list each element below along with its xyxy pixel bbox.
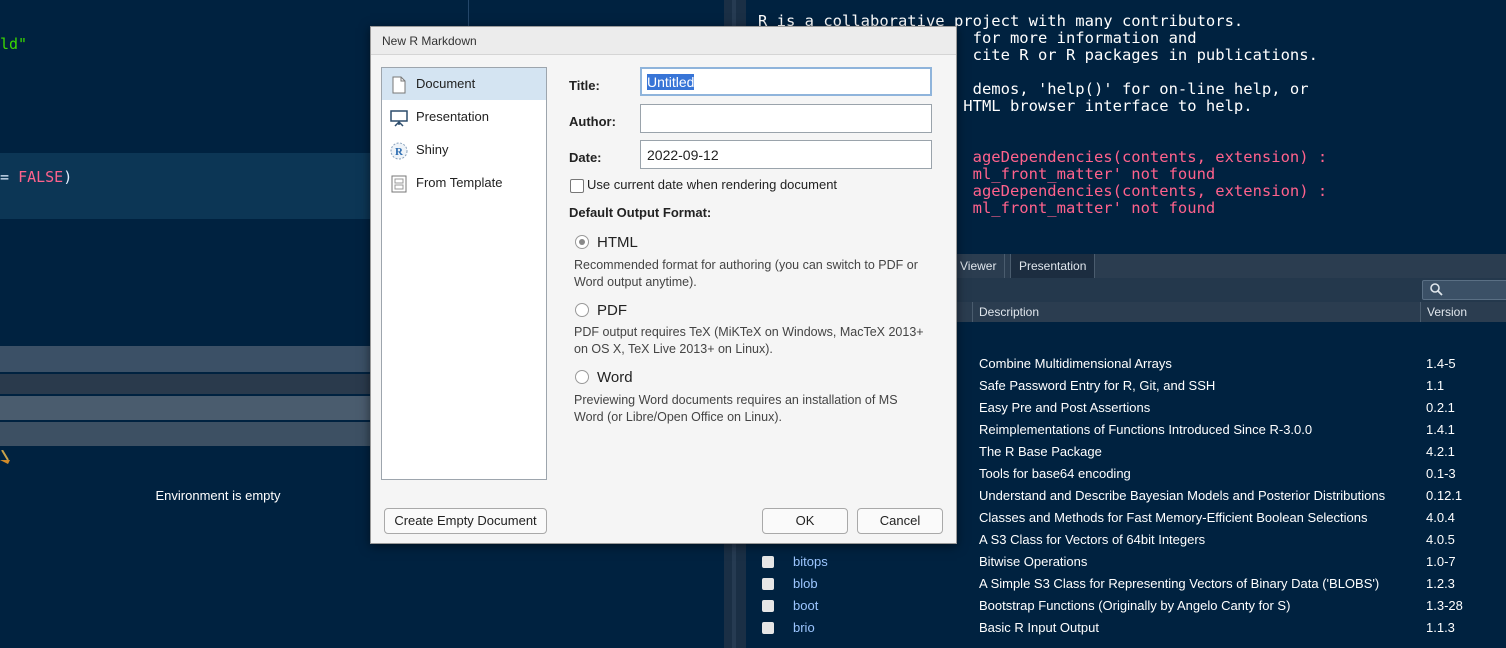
package-description: Tools for base64 encoding (979, 466, 1131, 481)
package-name-link[interactable]: brio (793, 620, 815, 635)
date-label: Date: (569, 150, 602, 165)
svg-text:R: R (395, 146, 404, 158)
title-field[interactable]: Untitled (640, 67, 932, 96)
tab-presentation[interactable]: Presentation (1010, 254, 1096, 278)
author-field[interactable] (640, 104, 932, 133)
format-pdf-label[interactable]: PDF (597, 302, 627, 319)
doc-type-label: From Template (416, 175, 503, 190)
package-name-link[interactable]: boot (793, 598, 818, 613)
template-icon (391, 175, 407, 193)
package-search-input[interactable] (1422, 280, 1506, 300)
package-version: 0.1-3 (1426, 466, 1456, 481)
package-load-checkbox[interactable] (762, 622, 774, 634)
package-load-checkbox[interactable] (762, 556, 774, 568)
column-header-version[interactable]: Version (1420, 302, 1467, 322)
dialog-title: New R Markdown (382, 34, 477, 48)
package-description: The R Base Package (979, 444, 1102, 459)
package-version: 0.2.1 (1426, 400, 1455, 415)
doc-type-from-template[interactable]: From Template (382, 167, 546, 199)
package-row[interactable]: bitops Bitwise Operations 1.0-7 (746, 552, 1506, 574)
title-label: Title: (569, 78, 600, 93)
format-word-label[interactable]: Word (597, 369, 633, 386)
date-field[interactable]: 2022-09-12 (640, 140, 932, 169)
package-description: A Simple S3 Class for Representing Vecto… (979, 576, 1380, 591)
format-html-help: Recommended format for authoring (you ca… (574, 258, 918, 289)
package-description: Basic R Input Output (979, 620, 1099, 635)
doc-type-label: Document (416, 76, 476, 91)
shiny-icon: R (390, 142, 408, 160)
package-version: 4.2.1 (1426, 444, 1455, 459)
tab-viewer[interactable]: Viewer (952, 254, 1006, 278)
package-version: 0.12.1 (1426, 488, 1463, 503)
doc-type-label: Shiny (416, 142, 449, 157)
package-name-link[interactable]: blob (793, 576, 818, 591)
package-load-checkbox[interactable] (762, 600, 774, 612)
format-pdf-help: PDF output requires TeX (MiKTeX on Windo… (574, 325, 924, 356)
package-version: 1.1 (1426, 378, 1445, 393)
doc-type-shiny[interactable]: R Shiny (382, 134, 546, 166)
package-description: Bitwise Operations (979, 554, 1088, 569)
doc-type-document[interactable]: Document (382, 68, 546, 100)
document-icon (392, 76, 406, 94)
column-header-description[interactable]: Description (972, 302, 1039, 322)
doc-type-presentation[interactable]: Presentation (382, 101, 546, 133)
cancel-button[interactable]: Cancel (857, 508, 943, 534)
package-version: 1.1.3 (1426, 620, 1455, 635)
use-current-date-checkbox[interactable] (570, 179, 584, 193)
output-format-heading: Default Output Format: (569, 205, 712, 220)
package-description: Classes and Methods for Fast Memory-Effi… (979, 510, 1368, 525)
package-name-link[interactable]: bitops (793, 554, 828, 569)
package-description: Combine Multidimensional Arrays (979, 356, 1172, 371)
package-row[interactable]: blob A Simple S3 Class for Representing V… (746, 574, 1506, 596)
package-version: 1.2.3 (1426, 576, 1455, 591)
package-load-checkbox[interactable] (762, 578, 774, 590)
package-description: Bootstrap Functions (Originally by Angel… (979, 598, 1291, 613)
package-version: 1.4-5 (1426, 356, 1456, 371)
package-description: Easy Pre and Post Assertions (979, 400, 1151, 415)
editor-line[interactable]: ld" (0, 35, 27, 53)
new-r-markdown-dialog: New R Markdown Document Presentation R S… (370, 26, 957, 544)
package-description: Safe Password Entry for R, Git, and SSH (979, 378, 1216, 393)
author-label: Author: (569, 114, 616, 129)
use-current-date-label[interactable]: Use current date when rendering document (587, 177, 837, 192)
package-version: 4.0.5 (1426, 532, 1455, 547)
package-version: 4.0.4 (1426, 510, 1455, 525)
format-pdf-radio[interactable] (575, 303, 589, 317)
format-html-label[interactable]: HTML (597, 234, 638, 251)
package-description: A S3 Class for Vectors of 64bit Integers (979, 532, 1206, 547)
format-html-radio[interactable] (575, 235, 589, 249)
search-icon (1430, 283, 1443, 296)
document-type-list: Document Presentation R Shiny From Templ… (381, 67, 547, 480)
doc-type-label: Presentation (416, 109, 489, 124)
package-version: 1.4.1 (1426, 422, 1455, 437)
format-word-radio[interactable] (575, 370, 589, 384)
format-word-help: Previewing Word documents requires an in… (574, 393, 898, 424)
package-description: Reimplementations of Functions Introduce… (979, 422, 1313, 437)
package-version: 1.0-7 (1426, 554, 1456, 569)
package-version: 1.3-28 (1426, 598, 1463, 613)
package-row[interactable]: brio Basic R Input Output 1.1.3 (746, 618, 1506, 640)
title-value: Untitled (647, 74, 695, 90)
presentation-icon (390, 110, 408, 127)
package-description: Understand and Describe Bayesian Models … (979, 488, 1386, 503)
ok-button[interactable]: OK (762, 508, 848, 534)
editor-line[interactable]: = FALSE) (0, 168, 72, 186)
broom-icon[interactable] (0, 450, 10, 466)
create-empty-document-button[interactable]: Create Empty Document (384, 508, 547, 534)
dialog-titlebar[interactable]: New R Markdown (371, 27, 956, 55)
package-row[interactable]: boot Bootstrap Functions (Originally by A… (746, 596, 1506, 618)
